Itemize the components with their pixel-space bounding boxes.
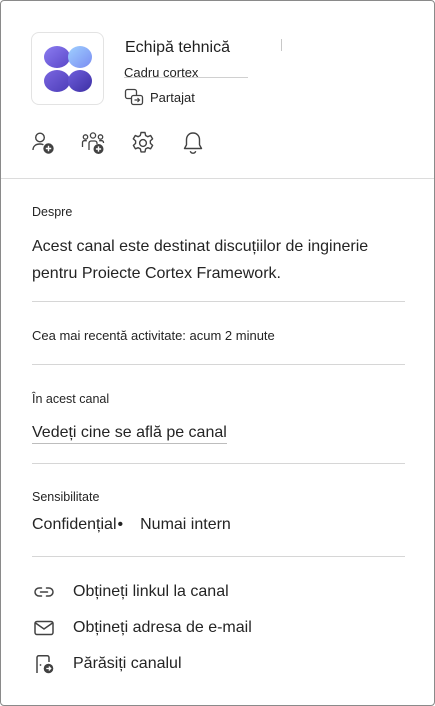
shared-label: Partajat	[150, 89, 195, 105]
sensitivity-value-row: Confidențial • Numai intern	[32, 516, 231, 534]
add-person-icon	[32, 132, 54, 154]
sensitivity-separator: •	[117, 516, 124, 533]
get-email-label: Obțineți adresa de e-mail	[73, 619, 252, 636]
view-members-link[interactable]: Vedeți cine se află pe canal	[32, 424, 227, 444]
team-add-icon	[81, 132, 105, 154]
divider	[32, 364, 405, 365]
notifications-button[interactable]	[179, 129, 207, 157]
sensitivity-detail: Numai intern	[140, 516, 231, 533]
text-cursor	[281, 39, 282, 51]
settings-button[interactable]	[129, 129, 157, 157]
leave-channel-label: Părăsiți canalul	[73, 655, 182, 672]
in-channel-label: În acest canal	[32, 392, 110, 406]
get-link-button[interactable]: Obțineți linkul la canal	[32, 579, 229, 605]
team-logo-icon	[44, 46, 92, 92]
shared-channel-icon	[124, 88, 144, 106]
header-divider	[1, 178, 434, 179]
leave-icon	[32, 652, 56, 676]
channel-description: Acest canal este destinat discuțiilor de…	[32, 238, 369, 282]
leave-channel-button[interactable]: Părăsiți canalul	[32, 651, 182, 677]
get-email-button[interactable]: Obțineți adresa de e-mail	[32, 615, 252, 641]
add-member-button[interactable]	[29, 129, 57, 157]
channel-logo	[31, 32, 104, 105]
divider	[32, 301, 405, 302]
channel-title: Echipă tehnică	[125, 39, 230, 56]
channel-header: Echipă tehnică Cadru cortex Partajat	[1, 1, 434, 179]
action-toolbar	[29, 129, 229, 157]
divider	[32, 556, 405, 557]
divider	[32, 463, 405, 464]
about-label: Despre	[32, 205, 73, 219]
bell-icon	[183, 132, 203, 154]
link-icon	[32, 580, 56, 604]
sensitivity-value: Confidențial	[32, 516, 117, 533]
gear-icon	[132, 131, 154, 153]
mail-icon	[32, 616, 56, 640]
add-team-button[interactable]	[79, 129, 107, 157]
sensitivity-label: Sensibilitate	[32, 490, 100, 504]
channel-info-panel: Echipă tehnică Cadru cortex Partajat Des…	[0, 0, 435, 706]
last-activity: Cea mai recentă activitate: acum 2 minut…	[32, 328, 275, 343]
parent-team-underline	[124, 77, 248, 78]
get-link-label: Obțineți linkul la canal	[73, 583, 229, 600]
shared-indicator: Partajat	[124, 87, 195, 107]
